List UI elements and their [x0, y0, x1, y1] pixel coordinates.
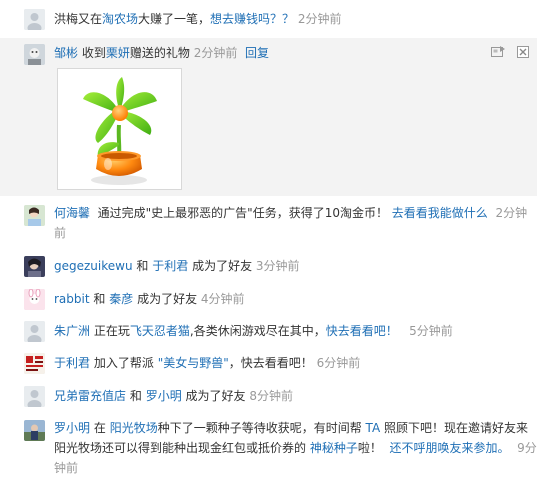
avatar-placeholder[interactable] — [24, 321, 45, 342]
user-link[interactable]: 兄弟雷充值店 — [54, 389, 126, 403]
feed-text: ，快去看看吧！ — [228, 356, 313, 370]
feed-text: 和 — [93, 292, 106, 306]
seed-link[interactable]: 神秘种子 — [310, 441, 358, 455]
avatar[interactable] — [24, 353, 45, 374]
user-link[interactable]: 朱广洲 — [54, 324, 90, 338]
user-link[interactable]: 栗妍 — [106, 46, 130, 60]
user-link[interactable]: TA — [366, 421, 381, 435]
avatar[interactable] — [24, 289, 45, 310]
gift-image[interactable] — [57, 68, 182, 190]
timestamp: 2分钟前 — [297, 12, 342, 26]
item-actions — [483, 44, 531, 58]
user-link[interactable]: 邹彬 — [54, 46, 78, 60]
reply-link[interactable]: 回复 — [245, 46, 269, 60]
user-link[interactable]: 何海馨 — [54, 206, 90, 220]
activity-feed: 洪梅又在淘农场大赚了一笔，想去赚钱吗？？ 2分钟前 邹彬 收到栗妍赠送的礼物 2… — [0, 0, 545, 484]
avatar-placeholder[interactable] — [24, 386, 45, 407]
feed-text: 正在玩 — [93, 324, 130, 338]
action-link[interactable]: 想去赚钱吗？？ — [210, 12, 294, 26]
avatar[interactable] — [24, 205, 45, 226]
feed-text: 和 — [129, 389, 142, 403]
feed-text: 成为了好友 — [137, 292, 198, 306]
feed-text: 在 — [93, 421, 106, 435]
app-link[interactable]: 淘农场 — [102, 12, 138, 26]
feed-text: 通过完成"史上最邪恶的广告"任务，获得了10淘金币！ — [97, 206, 388, 220]
feed-text: 啦！ — [357, 441, 382, 455]
user-link[interactable]: 罗小明 — [54, 421, 90, 435]
user-link[interactable]: rabbit — [54, 292, 90, 306]
timestamp: 8分钟前 — [249, 389, 294, 403]
feed-text: 和 — [136, 259, 149, 273]
invite-link[interactable]: 还不呼朋唤友来参加。 — [390, 441, 510, 455]
timestamp: 3分钟前 — [255, 259, 300, 273]
feed-text: 加入了帮派 — [93, 356, 154, 370]
action-link[interactable]: 去看看我能做什么 — [392, 206, 488, 220]
user-link[interactable]: 秦彦 — [109, 292, 133, 306]
timestamp: 2分钟前 — [193, 46, 238, 60]
avatar[interactable] — [24, 44, 45, 65]
timestamp: 5分钟前 — [409, 324, 453, 338]
feed-text: 成为了好友 — [185, 389, 246, 403]
share-icon[interactable] — [491, 45, 506, 58]
delete-icon[interactable] — [517, 45, 531, 58]
user-link[interactable]: 于利君 — [152, 259, 188, 273]
feed-text: 成为了好友 — [192, 259, 253, 273]
avatar-placeholder[interactable] — [24, 9, 45, 30]
timestamp: 4分钟前 — [200, 292, 245, 306]
avatar[interactable] — [24, 256, 45, 277]
action-link[interactable]: 快去看看吧！ — [326, 324, 398, 338]
feed-text: ,各类休闲游戏尽在其中， — [189, 324, 326, 338]
avatar[interactable] — [24, 420, 45, 441]
feed-text: 赠送的礼物 — [129, 46, 190, 60]
feed-text: 种下了一颗种子等待收获呢，有时间帮 — [157, 421, 362, 435]
feed-text: 大赚了一笔， — [138, 12, 211, 26]
gang-link[interactable]: "美女与野兽" — [158, 356, 229, 370]
timestamp: 6分钟前 — [316, 356, 361, 370]
app-link[interactable]: 阳光牧场 — [110, 421, 158, 435]
feed-text: 收到 — [81, 46, 106, 60]
feed-text: 洪梅又在 — [54, 12, 103, 26]
user-link[interactable]: 罗小明 — [146, 389, 182, 403]
user-link[interactable]: 于利君 — [54, 356, 90, 370]
user-link[interactable]: gegezuikewu — [54, 259, 133, 273]
game-link[interactable]: 飞天忍者猫 — [130, 324, 190, 338]
